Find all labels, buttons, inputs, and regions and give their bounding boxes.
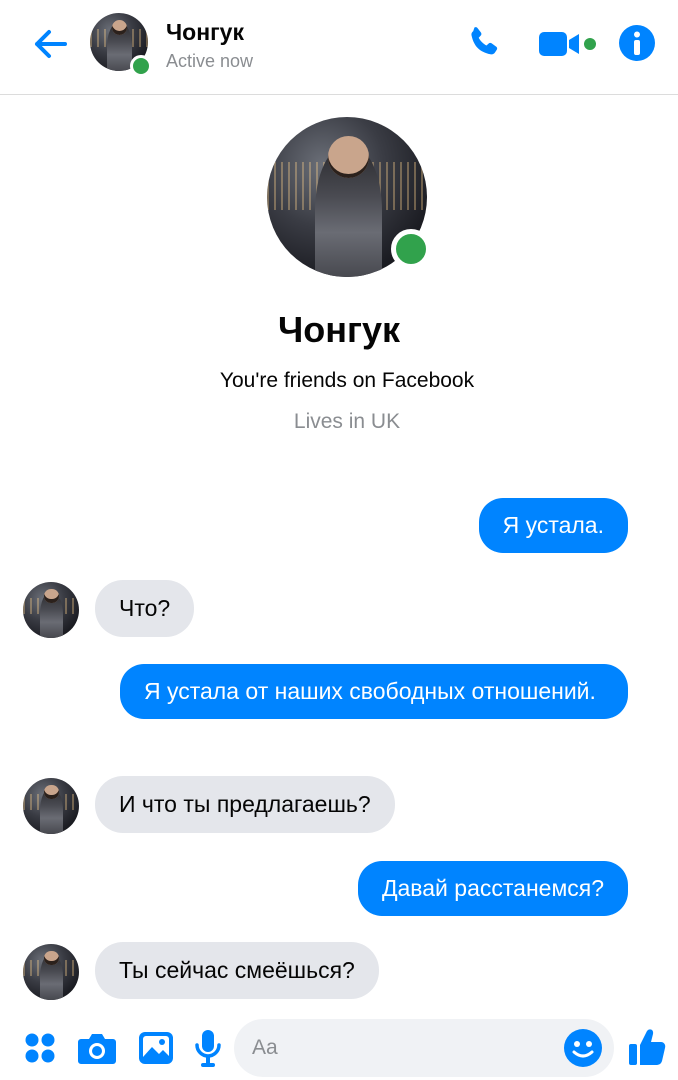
sender-avatar[interactable] (23, 582, 79, 638)
image-icon (139, 1032, 173, 1064)
camera-button[interactable] (76, 1028, 118, 1068)
call-button[interactable] (462, 22, 504, 64)
more-actions-button[interactable] (20, 1028, 60, 1068)
profile-name: Чонгук (277, 309, 401, 350)
phone-icon (471, 27, 498, 55)
friends-info: You're friends on Facebook (219, 369, 475, 392)
message-bubble-incoming[interactable]: Ты сейчас смеёшься? (95, 942, 379, 999)
sender-avatar[interactable] (23, 944, 79, 1000)
back-arrow-icon (35, 30, 67, 58)
camera-icon (78, 1034, 116, 1064)
video-call-button[interactable] (536, 26, 600, 62)
info-icon (619, 25, 655, 61)
video-camera-icon (539, 32, 596, 56)
emoji-button[interactable] (562, 1027, 604, 1069)
sender-avatar[interactable] (23, 778, 79, 834)
message-bubble-outgoing[interactable]: Я устала от наших свободных отношений. (120, 664, 628, 719)
emoji-icon (564, 1029, 602, 1067)
location-info: Lives in UK (293, 410, 401, 433)
message-input[interactable] (252, 1019, 552, 1077)
message-bubble-incoming[interactable]: Что? (95, 580, 195, 637)
grid-menu-icon (25, 1033, 55, 1063)
message-bubble-outgoing[interactable]: Я устала. (478, 498, 628, 553)
conversation-header: Чонгук Active now (0, 0, 678, 95)
message-bubble-outgoing[interactable]: Давай расстанемся? (357, 861, 628, 916)
online-indicator (130, 55, 152, 77)
active-status: Active now (166, 51, 254, 71)
contact-name[interactable]: Чонгук (166, 19, 244, 46)
info-button[interactable] (616, 22, 658, 64)
back-button[interactable] (28, 24, 72, 64)
thumbs-up-icon (629, 1029, 666, 1065)
message-bubble-incoming[interactable]: И что ты предлагаешь? (95, 776, 395, 833)
like-button[interactable] (626, 1024, 668, 1070)
gallery-button[interactable] (136, 1028, 176, 1068)
profile-avatar[interactable] (267, 117, 431, 277)
microphone-icon (195, 1030, 221, 1067)
message-input-container (234, 1019, 614, 1077)
online-indicator (391, 229, 431, 269)
header-avatar[interactable] (90, 13, 152, 77)
voice-message-button[interactable] (190, 1026, 226, 1070)
